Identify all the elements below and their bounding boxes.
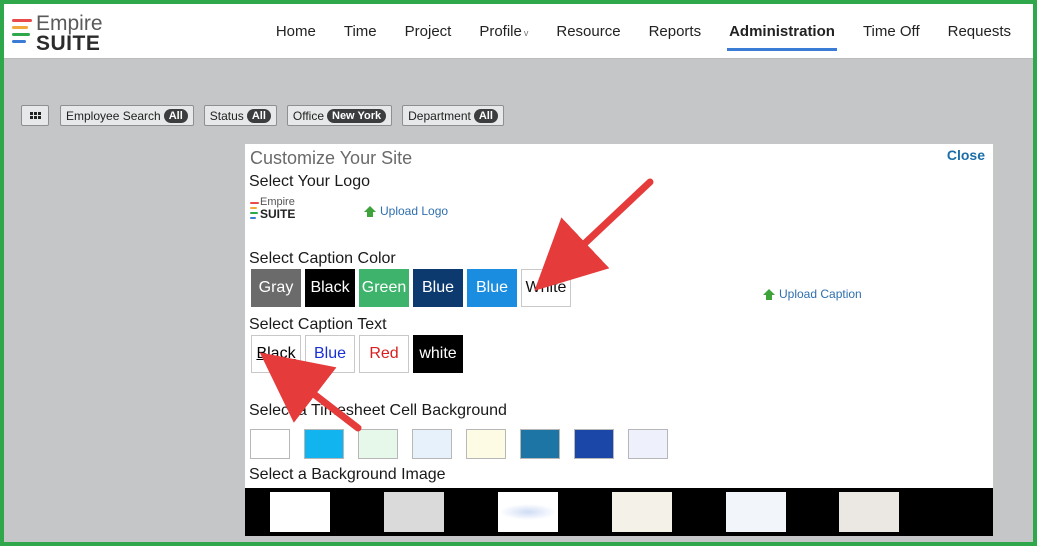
filter-department[interactable]: Department All — [402, 105, 504, 126]
caption-color-swatch[interactable]: Black — [305, 269, 355, 307]
caption-color-swatch[interactable]: Blue — [413, 269, 463, 307]
logo-bars-icon — [250, 202, 259, 222]
background-image-strip — [245, 488, 993, 536]
cell-background-swatch[interactable] — [466, 429, 506, 459]
filter-label: Employee Search — [66, 108, 161, 123]
customize-site-panel: Customize Your Site Close Select Your Lo… — [245, 144, 993, 536]
filter-value-badge: All — [246, 108, 271, 123]
logo-text-suite: SUITE — [36, 32, 101, 55]
upload-arrow-icon — [763, 289, 775, 300]
cell-background-section-label: Select a Timesheet Cell Background — [249, 402, 507, 419]
upload-caption-label: Upload Caption — [779, 287, 862, 301]
filter-value-badge: All — [163, 108, 188, 123]
cell-background-swatch[interactable] — [412, 429, 452, 459]
caption-color-swatch[interactable]: Green — [359, 269, 409, 307]
background-image-thumbnail[interactable] — [612, 492, 672, 532]
filter-bar: Employee Search All Status All Office Ne… — [21, 105, 514, 126]
filter-label: Status — [209, 108, 244, 123]
logo-section-label: Select Your Logo — [249, 173, 370, 190]
filter-employee-search[interactable]: Employee Search All — [60, 105, 194, 126]
cell-background-swatch[interactable] — [574, 429, 614, 459]
grid-icon — [29, 112, 41, 119]
upload-arrow-icon — [364, 206, 376, 217]
current-logo-preview[interactable]: Empire SUITE — [250, 196, 310, 224]
nav-time[interactable]: Time — [344, 4, 377, 58]
caption-color-swatches: Gray Black Green Blue Blue White — [251, 269, 575, 307]
caption-text-swatches: Black Blue Red white — [251, 335, 467, 373]
logo-text-suite: SUITE — [260, 207, 296, 221]
caption-text-swatch[interactable]: Red — [359, 335, 409, 373]
close-button[interactable]: Close — [947, 147, 985, 163]
caption-text-swatch[interactable]: Blue — [305, 335, 355, 373]
background-image-section-label: Select a Background Image — [249, 466, 446, 483]
filter-label: Office — [292, 108, 324, 123]
nav-profile[interactable]: Profile v — [479, 4, 528, 58]
caption-text-section-label: Select Caption Text — [249, 316, 387, 333]
upload-logo-link[interactable]: Upload Logo — [364, 204, 448, 218]
cell-background-swatch[interactable] — [250, 429, 290, 459]
nav-profile-label: Profile — [479, 22, 522, 40]
panel-title: Customize Your Site — [250, 148, 413, 168]
chevron-down-icon: v — [523, 28, 529, 38]
top-navigation-bar: Empire SUITE Home Time Project Profile v … — [4, 4, 1033, 59]
background-image-thumbnail[interactable] — [839, 492, 899, 532]
nav-administration[interactable]: Administration — [727, 4, 837, 58]
upload-caption-link[interactable]: Upload Caption — [763, 287, 862, 301]
cell-background-swatches — [250, 429, 682, 459]
cell-background-swatch[interactable] — [358, 429, 398, 459]
empire-suite-logo[interactable]: Empire SUITE — [12, 12, 132, 55]
nav-requests[interactable]: Requests — [948, 4, 1011, 58]
grid-menu-button[interactable] — [21, 105, 49, 126]
caption-color-swatch[interactable]: White — [521, 269, 571, 307]
cell-background-swatch[interactable] — [304, 429, 344, 459]
caption-color-swatch[interactable]: Blue — [467, 269, 517, 307]
background-image-thumbnail[interactable] — [726, 492, 786, 532]
nav-reports[interactable]: Reports — [649, 4, 702, 58]
background-image-thumbnail[interactable] — [384, 492, 444, 532]
caption-color-section-label: Select Caption Color — [249, 250, 396, 267]
caption-color-swatch[interactable]: Gray — [251, 269, 301, 307]
nav-home[interactable]: Home — [276, 4, 316, 58]
main-nav: Home Time Project Profile v Resource Repo… — [262, 4, 1025, 58]
cell-background-swatch[interactable] — [520, 429, 560, 459]
background-image-thumbnail[interactable] — [498, 492, 558, 532]
nav-project[interactable]: Project — [405, 4, 452, 58]
cell-background-swatch[interactable] — [628, 429, 668, 459]
filter-office[interactable]: Office New York — [286, 105, 393, 126]
caption-text-swatch[interactable]: Black — [251, 335, 301, 373]
filter-label: Department — [408, 108, 471, 123]
filter-status[interactable]: Status All — [203, 105, 277, 126]
logo-bars-icon — [12, 19, 32, 47]
upload-logo-label: Upload Logo — [380, 204, 449, 218]
nav-time-off[interactable]: Time Off — [863, 4, 920, 58]
background-image-thumbnail[interactable] — [270, 492, 330, 532]
filter-value-badge: All — [473, 108, 498, 123]
nav-resource[interactable]: Resource — [556, 4, 620, 58]
caption-text-swatch[interactable]: white — [413, 335, 463, 373]
filter-value-badge: New York — [327, 108, 387, 123]
